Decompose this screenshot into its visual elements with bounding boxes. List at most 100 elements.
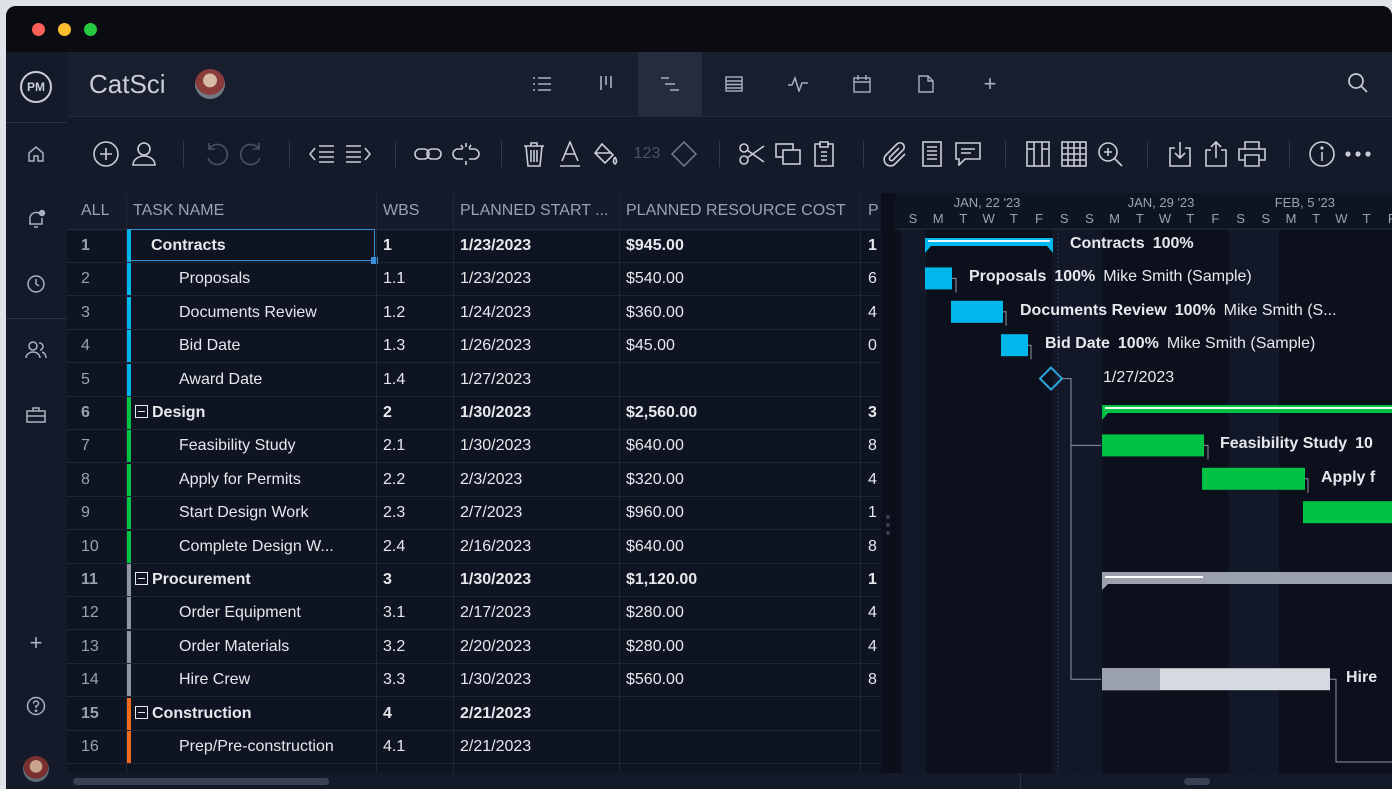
- wbs-cell[interactable]: 1.3: [383, 329, 449, 362]
- table-row[interactable]: 15 Construction 4 2/21/2023: [67, 697, 881, 731]
- project-avatar[interactable]: [195, 69, 225, 99]
- p-cell[interactable]: 4: [868, 630, 880, 663]
- wbs-cell[interactable]: 3.1: [383, 596, 449, 629]
- import-icon[interactable]: [1163, 137, 1197, 171]
- gantt-view-icon[interactable]: [638, 52, 702, 116]
- planned-start-cell[interactable]: 2/16/2023: [460, 530, 615, 563]
- table-row[interactable]: 2 Proposals 1.1 1/23/2023 $540.00 6: [67, 262, 881, 297]
- indent-icon[interactable]: [341, 137, 375, 171]
- p-cell[interactable]: 8: [868, 530, 880, 563]
- table-row[interactable]: 5 Award Date 1.4 1/27/2023: [67, 363, 881, 397]
- planned-resource-cost-cell[interactable]: $540.00: [626, 262, 856, 295]
- wbs-cell[interactable]: 4.1: [383, 730, 449, 763]
- planned-start-cell[interactable]: 2/17/2023: [460, 596, 615, 629]
- p-cell[interactable]: 4: [868, 596, 880, 629]
- copy-icon[interactable]: [771, 137, 805, 171]
- task-name-cell[interactable]: Start Design Work: [179, 496, 371, 529]
- wbs-cell[interactable]: 1: [383, 229, 449, 262]
- wbs-cell[interactable]: 4: [383, 697, 449, 730]
- board-view-icon[interactable]: [574, 52, 638, 116]
- row-number[interactable]: 4: [81, 329, 121, 362]
- search-icon[interactable]: [1347, 72, 1369, 99]
- gantt-scroll-thumb[interactable]: [1184, 778, 1210, 785]
- outdent-icon[interactable]: [305, 137, 339, 171]
- wbs-cell[interactable]: 2.1: [383, 429, 449, 462]
- dashboard-view-icon[interactable]: [766, 52, 830, 116]
- planned-start-cell[interactable]: 2/21/2023: [460, 697, 615, 730]
- help-icon[interactable]: [19, 689, 53, 723]
- collapse-toggle-icon[interactable]: [135, 705, 148, 719]
- row-number[interactable]: 12: [81, 596, 121, 629]
- paste-icon[interactable]: [807, 137, 841, 171]
- planned-resource-cost-cell[interactable]: $320.00: [626, 463, 856, 496]
- calendar-view-icon[interactable]: [830, 52, 894, 116]
- table-row[interactable]: 16 Prep/Pre-construction 4.1 2/21/2023: [67, 730, 881, 764]
- row-number[interactable]: 2: [81, 262, 121, 295]
- row-number[interactable]: 16: [81, 730, 121, 763]
- add-view-icon[interactable]: +: [958, 52, 1022, 116]
- row-number[interactable]: 9: [81, 496, 121, 529]
- column-header-task-name[interactable]: TASK NAME: [133, 193, 373, 229]
- task-name-cell[interactable]: Apply for Permits: [179, 463, 371, 496]
- planned-start-cell[interactable]: 2/21/2023: [460, 730, 615, 763]
- collapse-toggle-icon[interactable]: [135, 572, 148, 585]
- planned-resource-cost-cell[interactable]: $560.00: [626, 663, 856, 696]
- grid-icon[interactable]: [1057, 137, 1091, 171]
- task-name-cell[interactable]: Hire Crew: [179, 663, 371, 696]
- planned-resource-cost-cell[interactable]: $45.00: [626, 329, 856, 362]
- planned-start-cell[interactable]: 1/27/2023: [460, 363, 615, 396]
- planned-start-cell[interactable]: 1/30/2023: [460, 563, 615, 596]
- row-number[interactable]: 1: [81, 229, 121, 262]
- table-row[interactable]: 10 Complete Design W... 2.4 2/16/2023 $640.0…: [67, 530, 881, 564]
- p-cell[interactable]: 1: [868, 563, 880, 596]
- columns-icon[interactable]: [1021, 137, 1055, 171]
- cut-icon[interactable]: [735, 137, 769, 171]
- task-name-cell[interactable]: Proposals: [179, 262, 371, 295]
- wbs-cell[interactable]: 2.4: [383, 530, 449, 563]
- fill-color-icon[interactable]: [589, 137, 623, 171]
- people-icon[interactable]: [19, 333, 53, 367]
- planned-start-cell[interactable]: 1/24/2023: [460, 296, 615, 329]
- task-name-cell[interactable]: Design: [135, 396, 371, 429]
- row-number[interactable]: 8: [81, 463, 121, 496]
- wbs-cell[interactable]: 2.3: [383, 496, 449, 529]
- task-name-cell[interactable]: Documents Review: [179, 296, 371, 329]
- planned-resource-cost-cell[interactable]: $945.00: [626, 229, 856, 262]
- p-cell[interactable]: 4: [868, 463, 880, 496]
- planned-resource-cost-cell[interactable]: [626, 363, 856, 396]
- column-header-planned-start[interactable]: PLANNED START ...: [460, 193, 620, 229]
- briefcase-icon[interactable]: [19, 398, 53, 432]
- column-header-all[interactable]: ALL: [81, 193, 125, 229]
- number-format-label[interactable]: 123: [627, 137, 667, 171]
- p-cell[interactable]: 8: [868, 663, 880, 696]
- wbs-cell[interactable]: 2: [383, 396, 449, 429]
- info-icon[interactable]: [1305, 137, 1339, 171]
- planned-resource-cost-cell[interactable]: $640.00: [626, 530, 856, 563]
- row-number[interactable]: 5: [81, 363, 121, 396]
- p-cell[interactable]: 8: [868, 429, 880, 462]
- wbs-cell[interactable]: 1.2: [383, 296, 449, 329]
- task-name-cell[interactable]: Prep/Pre-construction: [179, 730, 371, 763]
- planned-start-cell[interactable]: 2/3/2023: [460, 463, 615, 496]
- column-header-planned-resource-cost[interactable]: PLANNED RESOURCE COST: [626, 193, 862, 229]
- p-cell[interactable]: [868, 730, 880, 763]
- planned-start-cell[interactable]: 1/30/2023: [460, 429, 615, 462]
- row-number[interactable]: 6: [81, 396, 121, 429]
- delete-icon[interactable]: [517, 137, 551, 171]
- row-number[interactable]: 13: [81, 630, 121, 663]
- planned-start-cell[interactable]: 1/23/2023: [460, 229, 615, 262]
- column-header-p[interactable]: P: [868, 193, 881, 229]
- wbs-cell[interactable]: 1.1: [383, 262, 449, 295]
- wbs-cell[interactable]: 3.3: [383, 663, 449, 696]
- clock-icon[interactable]: [19, 267, 53, 301]
- table-row[interactable]: 13 Order Materials 3.2 2/20/2023 $280.00 4: [67, 630, 881, 664]
- wbs-cell[interactable]: 3.2: [383, 630, 449, 663]
- link-icon[interactable]: [411, 137, 445, 171]
- column-header-wbs[interactable]: WBS: [383, 193, 453, 229]
- maximize-window-button[interactable]: [84, 23, 97, 36]
- add-task-button[interactable]: [89, 137, 123, 171]
- row-number[interactable]: 3: [81, 296, 121, 329]
- plus-icon[interactable]: +: [19, 626, 53, 660]
- horizontal-scrollbar[interactable]: [67, 773, 1392, 789]
- task-name-cell[interactable]: Bid Date: [179, 329, 371, 362]
